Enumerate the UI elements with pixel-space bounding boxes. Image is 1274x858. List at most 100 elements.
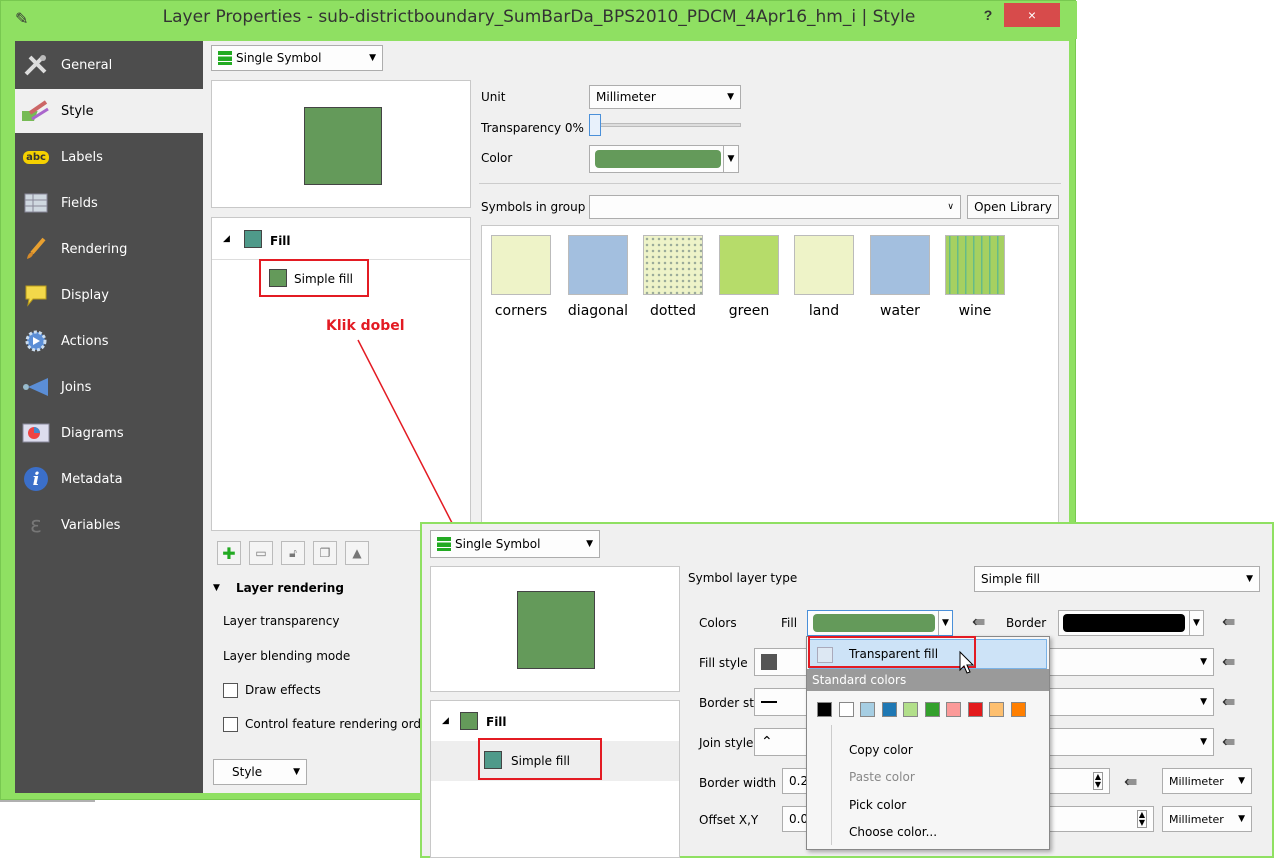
style-button-label: Style <box>232 765 263 779</box>
tree-collapse-icon[interactable]: ◢ <box>442 716 449 726</box>
tree-collapse-icon[interactable]: ◢ <box>223 234 230 244</box>
sidebar-item-diagrams[interactable]: Diagrams <box>15 411 203 455</box>
color-swatch[interactable] <box>946 702 961 717</box>
color-swatch[interactable] <box>881 702 897 717</box>
transparency-slider-handle[interactable] <box>589 114 601 136</box>
color-swatch[interactable] <box>838 702 854 717</box>
tree-simple-fill-label[interactable]: Simple fill <box>511 754 570 768</box>
collapse-triangle-icon[interactable]: ▼ <box>213 583 220 593</box>
data-defined-icon[interactable]: ⇚ <box>1124 772 1137 791</box>
library-item[interactable]: diagonal <box>568 235 628 327</box>
color-popup-menu <box>806 636 1050 850</box>
data-defined-icon[interactable]: ⇚ <box>1222 612 1235 631</box>
help-button[interactable]: ? <box>974 3 1002 27</box>
library-item[interactable]: wine <box>945 235 1005 327</box>
tree-simple-fill-label[interactable]: Simple fill <box>294 272 353 286</box>
data-defined-icon[interactable]: ⇚ <box>1222 692 1235 711</box>
table-icon <box>21 190 51 216</box>
library-swatch <box>945 235 1005 295</box>
data-defined-icon[interactable]: ⇚ <box>1222 732 1235 751</box>
offset-unit-select[interactable]: Millimeter ▼ <box>1162 806 1252 832</box>
library-item[interactable]: dotted <box>643 235 703 327</box>
unit-select[interactable]: Millimeter ▼ <box>589 85 741 109</box>
style-menu-button[interactable]: Style ▼ <box>213 759 307 785</box>
library-item[interactable]: corners <box>491 235 551 327</box>
remove-layer-button[interactable]: ▭ <box>249 541 273 565</box>
menu-separator <box>831 725 832 845</box>
sidebar-item-label: Display <box>61 287 109 303</box>
library-swatch <box>491 235 551 295</box>
brush-icon <box>21 236 51 262</box>
epsilon-icon: ε <box>21 512 51 538</box>
border-color-button[interactable]: ▼ <box>1058 610 1204 636</box>
sidebar-item-actions[interactable]: Actions <box>15 319 203 363</box>
sidebar-item-metadata[interactable]: i Metadata <box>15 457 203 501</box>
open-library-button[interactable]: Open Library <box>967 195 1059 219</box>
chevron-down-icon[interactable]: ▼ <box>1189 611 1203 635</box>
plus-icon: ✚ <box>222 543 236 563</box>
color-swatch[interactable] <box>924 702 940 717</box>
border-color-swatch <box>1063 614 1185 632</box>
color-swatch[interactable] <box>989 702 1004 717</box>
chevron-down-icon[interactable]: ▼ <box>938 611 952 635</box>
draw-effects-checkbox[interactable] <box>223 683 238 698</box>
sidebar-item-label: Actions <box>61 333 109 349</box>
unit-value: Millimeter <box>1169 812 1224 826</box>
pick-color-item[interactable]: Pick color <box>849 798 906 812</box>
transparency-label: Transparency 0% <box>481 121 584 135</box>
data-defined-icon[interactable]: ⇚ <box>1222 652 1235 671</box>
choose-color-item[interactable]: Choose color... <box>849 825 937 839</box>
copy-color-item[interactable]: Copy color <box>849 743 913 757</box>
spin-arrows-icon[interactable]: ▲ ▼ <box>1092 772 1103 790</box>
symbol-preview-2 <box>430 566 680 692</box>
sidebar-item-style[interactable]: Style <box>15 89 203 133</box>
symbol-layer-type-label: Symbol layer type <box>688 571 798 585</box>
color-swatch[interactable] <box>860 702 875 717</box>
sidebar-item-joins[interactable]: Joins <box>15 365 203 409</box>
sidebar-item-general[interactable]: General <box>15 43 203 87</box>
sidebar-item-display[interactable]: Display <box>15 273 203 317</box>
library-item[interactable]: green <box>719 235 779 327</box>
fill-color-button[interactable]: ▼ <box>807 610 953 636</box>
chevron-down-icon: ▼ <box>727 92 734 102</box>
chevron-down-icon[interactable]: ▼ <box>723 146 738 172</box>
symbol-layer-type-value: Simple fill <box>981 572 1041 586</box>
renderer-select-2[interactable]: Single Symbol ▼ <box>430 530 600 558</box>
border-width-unit-select[interactable]: Millimeter ▼ <box>1162 768 1252 794</box>
minus-icon: ▭ <box>255 546 267 560</box>
layer-blending-label: Layer blending mode <box>223 649 351 663</box>
transparency-slider-track[interactable] <box>591 123 741 127</box>
library-swatch <box>643 235 703 295</box>
preview-swatch <box>304 107 382 185</box>
data-defined-icon[interactable]: ⇚ <box>972 612 985 631</box>
duplicate-layer-button[interactable]: ❐ <box>313 541 337 565</box>
add-layer-button[interactable]: ✚ <box>217 541 241 565</box>
symbol-layer-type-select[interactable]: Simple fill ▼ <box>974 566 1260 592</box>
color-swatch[interactable] <box>903 702 918 717</box>
lock-layer-button[interactable]: 🔓︎ <box>281 541 305 565</box>
library-item[interactable]: land <box>794 235 854 327</box>
sidebar-item-rendering[interactable]: Rendering <box>15 227 203 271</box>
sidebar-item-label: Diagrams <box>61 425 124 441</box>
control-feature-checkbox[interactable] <box>223 717 238 732</box>
color-swatch[interactable] <box>817 702 832 717</box>
abc-glyph: abc <box>23 150 49 164</box>
paste-color-item[interactable]: Paste color <box>849 770 915 784</box>
symbols-group-label: Symbols in group <box>481 200 586 214</box>
color-button[interactable]: ▼ <box>589 145 739 173</box>
sidebar-item-fields[interactable]: Fields <box>15 181 203 225</box>
symbols-group-select[interactable]: ∨ <box>589 195 961 219</box>
close-button[interactable]: × <box>1004 3 1060 27</box>
renderer-select[interactable]: Single Symbol ▼ <box>211 45 383 71</box>
paintbrush-icon <box>21 98 51 124</box>
sidebar-item-labels[interactable]: abc Labels <box>15 135 203 179</box>
epsilon-glyph: ε <box>30 512 42 538</box>
spin-arrows-icon[interactable]: ▲ ▼ <box>1136 810 1147 828</box>
color-swatch[interactable] <box>1010 702 1026 717</box>
color-swatch[interactable] <box>967 702 983 717</box>
diagram-icon <box>21 420 51 446</box>
tree-fill-label: Fill <box>486 715 507 729</box>
sidebar-item-variables[interactable]: ε Variables <box>15 503 203 547</box>
unit-label: Unit <box>481 90 506 104</box>
library-item[interactable]: water <box>870 235 930 327</box>
